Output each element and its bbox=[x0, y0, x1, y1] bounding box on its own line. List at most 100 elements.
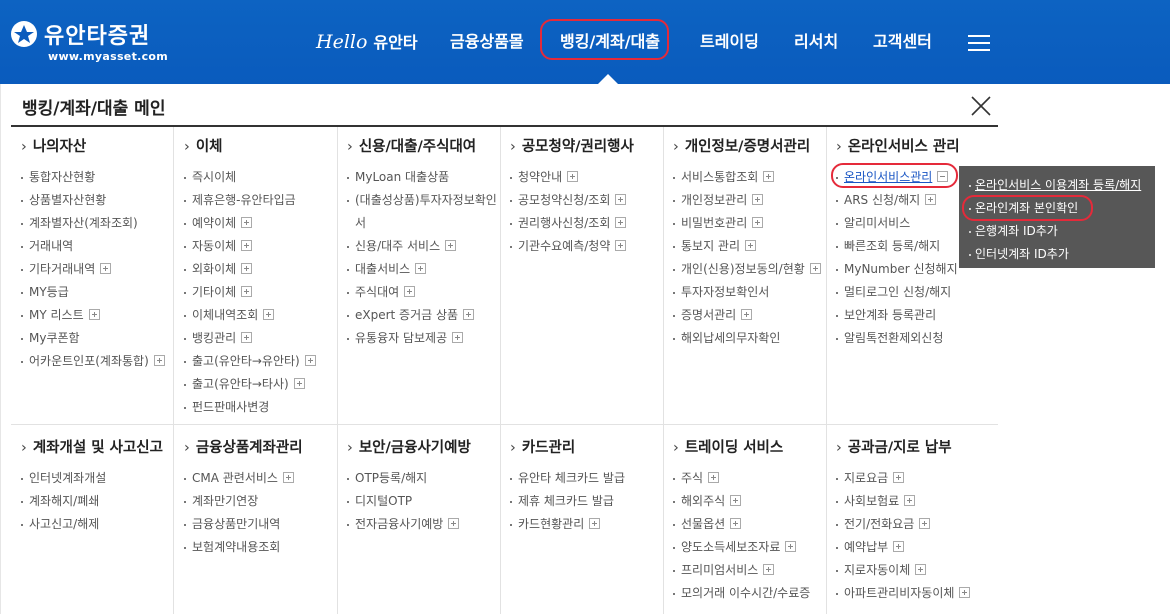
expand-plus-icon[interactable] bbox=[589, 518, 601, 529]
menu-item[interactable]: 어카운트인포(계좌통합) bbox=[21, 350, 181, 373]
menu-item[interactable]: 펀드판매사변경 bbox=[184, 396, 344, 419]
column-title[interactable]: › 카드관리 bbox=[510, 438, 670, 458]
menu-item[interactable]: 보험계약내용조회 bbox=[184, 536, 344, 559]
menu-item[interactable]: 출고(유안타→유안타) bbox=[184, 350, 344, 373]
menu-item[interactable]: 계좌별자산(계좌조회) bbox=[21, 212, 181, 235]
close-icon[interactable] bbox=[970, 95, 992, 117]
menu-item[interactable]: 기타거래내역 bbox=[21, 258, 181, 281]
expand-plus-icon[interactable] bbox=[404, 286, 416, 297]
column-title[interactable]: › 계좌개설 및 사고신고 bbox=[21, 438, 181, 458]
menu-item[interactable]: 인터넷계좌개설 bbox=[21, 467, 181, 490]
menu-item[interactable]: 유통융자 담보제공 bbox=[347, 327, 507, 350]
expand-plus-icon[interactable] bbox=[785, 541, 797, 552]
menu-item[interactable]: 비밀번호관리 bbox=[673, 212, 833, 235]
menu-item[interactable]: 이체내역조회 bbox=[184, 304, 344, 327]
menu-item[interactable]: 상품별자산현황 bbox=[21, 189, 181, 212]
expand-plus-icon[interactable] bbox=[263, 309, 275, 320]
menu-item[interactable]: 모의거래 이수시간/수료증 bbox=[673, 582, 833, 605]
expand-plus-icon[interactable] bbox=[745, 240, 757, 251]
nav-item-customer-center[interactable]: 고객센터 bbox=[873, 26, 932, 58]
menu-item[interactable]: 기타이체 bbox=[184, 281, 344, 304]
expand-plus-icon[interactable] bbox=[415, 263, 427, 274]
menu-item[interactable]: 해외납세의무자확인 bbox=[673, 327, 833, 350]
column-title[interactable]: › 보안/금융사기예방 bbox=[347, 438, 507, 458]
expand-plus-icon[interactable] bbox=[708, 472, 720, 483]
expand-plus-icon[interactable] bbox=[741, 309, 753, 320]
menu-item[interactable]: eXpert 증거금 상품 bbox=[347, 304, 507, 327]
expand-plus-icon[interactable] bbox=[452, 332, 464, 343]
menu-item[interactable]: 사고신고/해제 bbox=[21, 513, 181, 536]
menu-item[interactable]: 프리미엄서비스 bbox=[673, 559, 833, 582]
expand-plus-icon[interactable] bbox=[241, 286, 253, 297]
menu-item[interactable]: 거래내역 bbox=[21, 235, 181, 258]
menu-item[interactable]: 계좌해지/폐쇄 bbox=[21, 490, 181, 513]
expand-plus-icon[interactable] bbox=[763, 564, 775, 575]
expand-plus-icon[interactable] bbox=[809, 263, 821, 274]
menu-item[interactable]: 대출서비스 bbox=[347, 258, 507, 281]
nav-item-products[interactable]: 금융상품몰 bbox=[450, 26, 524, 58]
menu-item[interactable]: 전기/전화요금 bbox=[836, 513, 996, 536]
nav-item-research[interactable]: 리서치 bbox=[794, 26, 838, 58]
menu-item[interactable]: MY 리스트 bbox=[21, 304, 181, 327]
expand-plus-icon[interactable] bbox=[153, 355, 165, 366]
submenu-item[interactable]: 인터넷계좌 ID추가 bbox=[969, 243, 1155, 266]
expand-plus-icon[interactable] bbox=[752, 194, 764, 205]
menu-item[interactable]: 사회보험료 bbox=[836, 490, 996, 513]
menu-item[interactable]: 계좌만기연장 bbox=[184, 490, 344, 513]
expand-plus-icon[interactable] bbox=[959, 587, 971, 598]
menu-item[interactable]: 청약안내 bbox=[510, 166, 670, 189]
menu-item[interactable]: OTP등록/해지 bbox=[347, 467, 507, 490]
menu-item[interactable]: 뱅킹관리 bbox=[184, 327, 344, 350]
menu-item[interactable]: 예약납부 bbox=[836, 536, 996, 559]
menu-item[interactable]: 자동이체 bbox=[184, 235, 344, 258]
expand-plus-icon[interactable] bbox=[88, 309, 100, 320]
menu-item[interactable]: 해외주식 bbox=[673, 490, 833, 513]
column-title[interactable]: › 온라인서비스 관리 bbox=[836, 137, 996, 157]
expand-plus-icon[interactable] bbox=[241, 263, 253, 274]
menu-item[interactable]: 권리행사신청/조회 bbox=[510, 212, 670, 235]
expand-plus-icon[interactable] bbox=[615, 194, 627, 205]
menu-item[interactable]: 선물옵션 bbox=[673, 513, 833, 536]
menu-item[interactable]: 주식대여 bbox=[347, 281, 507, 304]
nav-item-hello-yuanta[interactable]: Hello 유안타 bbox=[316, 26, 418, 59]
column-title[interactable]: › 신용/대출/주식대여 bbox=[347, 137, 507, 157]
column-title[interactable]: › 금융상품계좌관리 bbox=[184, 438, 344, 458]
menu-item[interactable]: 주식 bbox=[673, 467, 833, 490]
expand-plus-icon[interactable] bbox=[730, 518, 742, 529]
expand-plus-icon[interactable] bbox=[763, 171, 775, 182]
menu-item[interactable]: 즉시이체 bbox=[184, 166, 344, 189]
column-title[interactable]: › 개인정보/증명서관리 bbox=[673, 137, 833, 157]
expand-plus-icon[interactable] bbox=[904, 495, 916, 506]
menu-item[interactable]: 외화이체 bbox=[184, 258, 344, 281]
menu-item[interactable]: 기관수요예측/청약 bbox=[510, 235, 670, 258]
menu-item[interactable]: 보안계좌 등록관리 bbox=[836, 304, 996, 327]
expand-plus-icon[interactable] bbox=[445, 240, 457, 251]
expand-plus-icon[interactable] bbox=[925, 194, 937, 205]
menu-item[interactable]: 디지털OTP bbox=[347, 490, 507, 513]
menu-item[interactable]: 신용/대주 서비스 bbox=[347, 235, 507, 258]
expand-plus-icon[interactable] bbox=[730, 495, 742, 506]
expand-plus-icon[interactable] bbox=[241, 240, 253, 251]
expand-plus-icon[interactable] bbox=[615, 240, 627, 251]
expand-plus-icon[interactable] bbox=[919, 518, 931, 529]
submenu-item[interactable]: 은행계좌 ID추가 bbox=[969, 220, 1155, 243]
menu-item[interactable]: 증명서관리 bbox=[673, 304, 833, 327]
menu-item[interactable]: 알림톡전환제외신청 bbox=[836, 327, 996, 350]
menu-item[interactable]: 서비스통합조회 bbox=[673, 166, 833, 189]
menu-item[interactable]: 지로자동이체 bbox=[836, 559, 996, 582]
menu-item[interactable]: 출고(유안타→타사) bbox=[184, 373, 344, 396]
menu-item[interactable]: 멀티로그인 신청/해지 bbox=[836, 281, 996, 304]
submenu-item[interactable]: 온라인서비스 이용계좌 등록/해지 bbox=[969, 174, 1155, 197]
menu-item[interactable]: 카드현황관리 bbox=[510, 513, 670, 536]
menu-item[interactable]: 공모청약신청/조회 bbox=[510, 189, 670, 212]
expand-plus-icon[interactable] bbox=[567, 171, 579, 182]
menu-item[interactable]: 전자금융사기예방 bbox=[347, 513, 507, 536]
column-title[interactable]: › 공모청약/권리행사 bbox=[510, 137, 670, 157]
expand-plus-icon[interactable] bbox=[893, 541, 905, 552]
expand-plus-icon[interactable] bbox=[241, 332, 253, 343]
expand-plus-icon[interactable] bbox=[282, 472, 294, 483]
column-title[interactable]: › 이체 bbox=[184, 137, 344, 157]
expand-plus-icon[interactable] bbox=[893, 472, 905, 483]
hamburger-icon[interactable] bbox=[968, 35, 990, 51]
menu-item[interactable]: 유안타 체크카드 발급 bbox=[510, 467, 670, 490]
